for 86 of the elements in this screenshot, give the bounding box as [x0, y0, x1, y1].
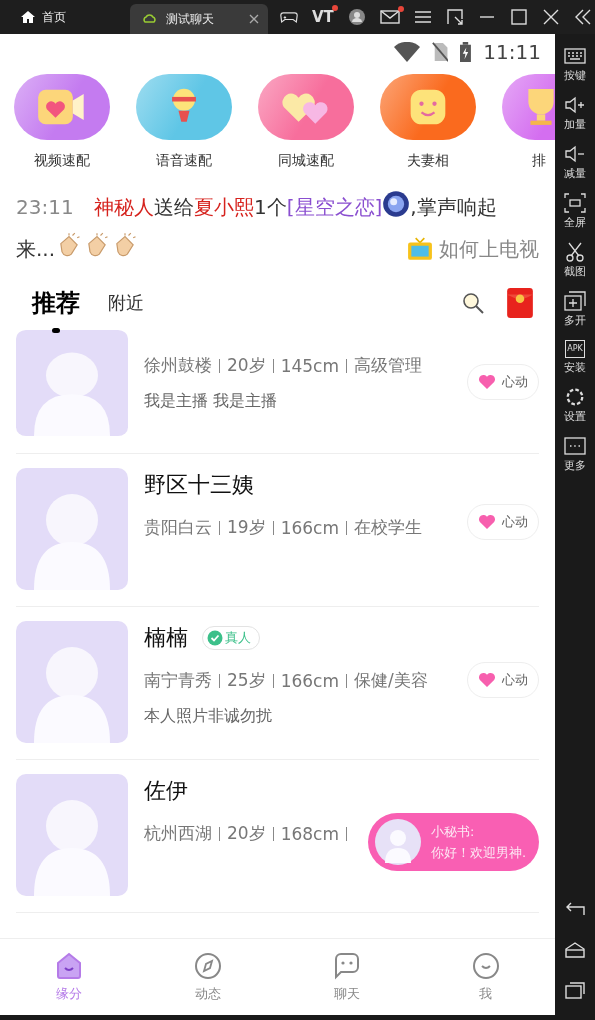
nav-tab[interactable]: 我: [416, 939, 555, 1015]
speaker-minus-icon: [564, 144, 586, 164]
feature-label: 排: [531, 152, 546, 170]
heart-icon: [478, 514, 496, 530]
profile-tag: 145cm: [280, 355, 339, 376]
recents-icon[interactable]: [564, 980, 586, 1000]
sidebar-button[interactable]: 截图: [555, 242, 595, 279]
user-name: 楠楠: [144, 624, 188, 652]
profile-tag: 保健/美容: [354, 669, 428, 692]
heart-icon: [478, 373, 496, 390]
menu-icon[interactable]: [413, 8, 432, 26]
profile-tag: 19岁: [227, 516, 266, 539]
settings-icon: [564, 387, 586, 407]
search-icon[interactable]: [461, 291, 485, 315]
nav-tab[interactable]: 动态: [138, 939, 278, 1015]
sidebar-button[interactable]: 按键: [555, 46, 595, 83]
notice-text: 送给: [154, 195, 194, 219]
close-icon[interactable]: [541, 8, 560, 26]
profile-tag: 168cm: [280, 823, 339, 844]
apk-icon: APK: [565, 340, 585, 358]
maximize-icon[interactable]: [509, 8, 528, 26]
sidebar-button[interactable]: 减量: [555, 144, 595, 181]
speaker-plus-icon: [564, 95, 586, 115]
wifi-icon: [394, 42, 421, 62]
feature-label: 语音速配: [156, 152, 212, 170]
notice-text: 1个: [254, 195, 287, 219]
profile-tag: 25岁: [227, 669, 266, 692]
multi-window-icon: [564, 291, 586, 311]
profile-tag: 杭州西湖: [144, 822, 212, 845]
sidebar-button[interactable]: 多开: [555, 291, 595, 328]
trophy-icon: [526, 87, 555, 127]
battery-icon: [460, 42, 472, 62]
compass-icon: [193, 951, 224, 981]
sidebar-button[interactable]: 更多: [555, 436, 595, 473]
sidebar-button[interactable]: APK 安装: [555, 340, 595, 375]
vt-button[interactable]: VT: [312, 8, 334, 26]
profile-tag: 在校学生: [354, 516, 422, 539]
sidebar-button[interactable]: 全屏: [555, 193, 595, 230]
no-sim-icon: [432, 42, 449, 62]
profile-tag: 南宁青秀: [144, 669, 212, 692]
app-tab[interactable]: 测试聊天: [130, 4, 268, 34]
tv-link[interactable]: 如何上电视: [407, 228, 539, 270]
profile-tag: 166cm: [280, 670, 339, 691]
status-time: 11:11: [483, 40, 541, 64]
profile-tag: 166cm: [280, 517, 339, 538]
gift-envelope-icon[interactable]: [507, 288, 533, 318]
notice-text: 来...: [16, 237, 56, 261]
home-tab[interactable]: 首页: [0, 8, 130, 26]
collapse-icon[interactable]: [573, 8, 592, 26]
feature-label: 夫妻相: [407, 152, 449, 170]
avatar-placeholder-icon: [375, 819, 421, 865]
notice-text: ,掌声响起: [410, 195, 497, 219]
tab[interactable]: 附近: [108, 291, 144, 329]
fullscreen-icon: [564, 193, 586, 213]
assistant-name: 小秘书:: [431, 822, 476, 841]
user-name: 夏小熙: [194, 195, 254, 219]
gift-name: [星空之恋]: [286, 195, 383, 219]
tab[interactable]: 推荐: [32, 287, 80, 333]
nav-tab[interactable]: 聊天: [277, 939, 417, 1015]
gift-orb-icon: [382, 190, 411, 218]
user-name: 佐伊: [144, 777, 188, 805]
user-name: 神秘人: [94, 195, 154, 219]
home-icon: [20, 9, 36, 25]
smile-icon: [470, 951, 501, 981]
resize-icon[interactable]: [445, 8, 464, 26]
sidebar-button[interactable]: 加量: [555, 95, 595, 132]
user-name: 野区十三姨: [144, 471, 254, 499]
heart-icon: [478, 672, 496, 688]
avatar-icon[interactable]: [347, 8, 366, 26]
profile-tag: 徐州鼓楼: [144, 354, 212, 377]
profile-tag: 20岁: [227, 822, 266, 845]
assistant-message: 你好！欢迎男神.: [431, 843, 527, 862]
profile-tag: 高级管理: [354, 354, 422, 377]
user-bio: 本人照片非诚勿扰: [144, 706, 273, 727]
sidebar-button[interactable]: 设置: [555, 387, 595, 424]
profile-tag: 20岁: [227, 354, 266, 377]
feature-label: 视频速配: [34, 152, 90, 170]
keyboard-icon: [564, 46, 586, 66]
user-bio: 我是主播 我是主播: [144, 391, 279, 412]
profile-tag: 贵阳白云: [144, 516, 212, 539]
tv-icon: [407, 236, 433, 262]
feature-label: 同城速配: [278, 152, 334, 170]
home-icon[interactable]: [564, 940, 586, 960]
notice-time: 23:11: [16, 195, 74, 219]
scissors-icon: [564, 242, 586, 262]
more-icon: [564, 436, 586, 456]
